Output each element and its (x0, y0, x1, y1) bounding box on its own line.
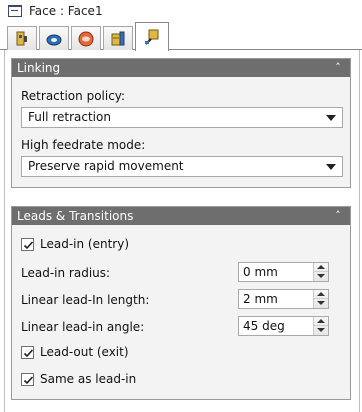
spin-down-icon[interactable] (317, 274, 325, 278)
linking-group-header[interactable]: Linking ˄ (12, 59, 350, 77)
linking-group-body: Retraction policy: Full retraction High … (12, 77, 350, 187)
linear-angle-input[interactable]: 45 deg (238, 316, 329, 336)
collapse-chevron-icon[interactable]: ˄ (332, 61, 344, 75)
geometry-icon (46, 34, 62, 45)
leads-group-body: Lead-in (entry) Lead-in radius: 0 mm Lin… (12, 225, 350, 399)
retraction-policy-value: Full retraction (28, 110, 111, 124)
chevron-down-icon (326, 115, 336, 121)
spin-buttons[interactable] (313, 317, 328, 335)
tab-passes[interactable] (103, 26, 133, 50)
passes-icon (111, 31, 125, 45)
feedrate-mode-select[interactable]: Preserve rapid movement (21, 156, 343, 177)
spin-buttons[interactable] (313, 263, 328, 281)
leads-group-header[interactable]: Leads & Transitions ˄ (12, 207, 350, 225)
feedrate-mode-value: Preserve rapid movement (28, 159, 184, 173)
lead-in-radius-label: Lead-in radius: (21, 266, 111, 280)
title-bar: Face : Face1 (0, 0, 362, 22)
window-title: Face : Face1 (29, 4, 103, 18)
tab-linking[interactable] (135, 22, 169, 51)
face-properties-panel: Face : Face1 Linking ˄ Retraction policy… (0, 0, 362, 412)
lead-out-label: Lead-out (exit) (40, 345, 129, 359)
spin-up-icon[interactable] (317, 319, 325, 323)
lead-out-checkbox[interactable] (21, 346, 34, 359)
tool-holder-icon (16, 31, 27, 45)
checkmark-icon (23, 241, 34, 250)
linear-length-value: 2 mm (243, 292, 278, 306)
heights-icon (78, 31, 94, 46)
linear-length-label: Linear lead-In length: (21, 293, 150, 307)
window-icon (8, 5, 22, 17)
checkmark-icon (23, 376, 34, 385)
tab-geometry[interactable] (39, 26, 69, 50)
linking-header-label: Linking (17, 61, 61, 75)
tab-heights[interactable] (71, 26, 101, 50)
lead-in-radius-value: 0 mm (243, 265, 278, 279)
retraction-policy-label: Retraction policy: (21, 89, 126, 103)
leads-header-label: Leads & Transitions (17, 209, 134, 223)
spin-down-icon[interactable] (317, 328, 325, 332)
tab-tool[interactable] (7, 26, 37, 50)
spin-buttons[interactable] (313, 290, 328, 308)
linear-length-input[interactable]: 2 mm (238, 289, 329, 309)
same-as-lead-in-label: Same as lead-in (40, 372, 137, 386)
chevron-down-icon (326, 164, 336, 170)
retraction-policy-select[interactable]: Full retraction (21, 107, 343, 128)
feedrate-mode-label: High feedrate mode: (21, 138, 146, 152)
lead-in-label: Lead-in (entry) (40, 237, 130, 251)
tab-strip (0, 22, 362, 51)
spin-up-icon[interactable] (317, 265, 325, 269)
spin-up-icon[interactable] (317, 292, 325, 296)
spin-down-icon[interactable] (317, 301, 325, 305)
same-as-lead-in-checkbox[interactable] (21, 373, 34, 386)
checkmark-icon (23, 349, 34, 358)
linear-angle-label: Linear lead-in angle: (21, 320, 145, 334)
linking-icon (145, 29, 159, 45)
lead-in-radius-input[interactable]: 0 mm (238, 262, 329, 282)
lead-in-checkbox[interactable] (21, 238, 34, 251)
collapse-chevron-icon[interactable]: ˄ (332, 209, 344, 223)
linking-group: Linking ˄ Retraction policy: Full retrac… (11, 58, 351, 188)
leads-group: Leads & Transitions ˄ Lead-in (entry) Le… (11, 206, 351, 400)
linear-angle-value: 45 deg (243, 319, 285, 333)
